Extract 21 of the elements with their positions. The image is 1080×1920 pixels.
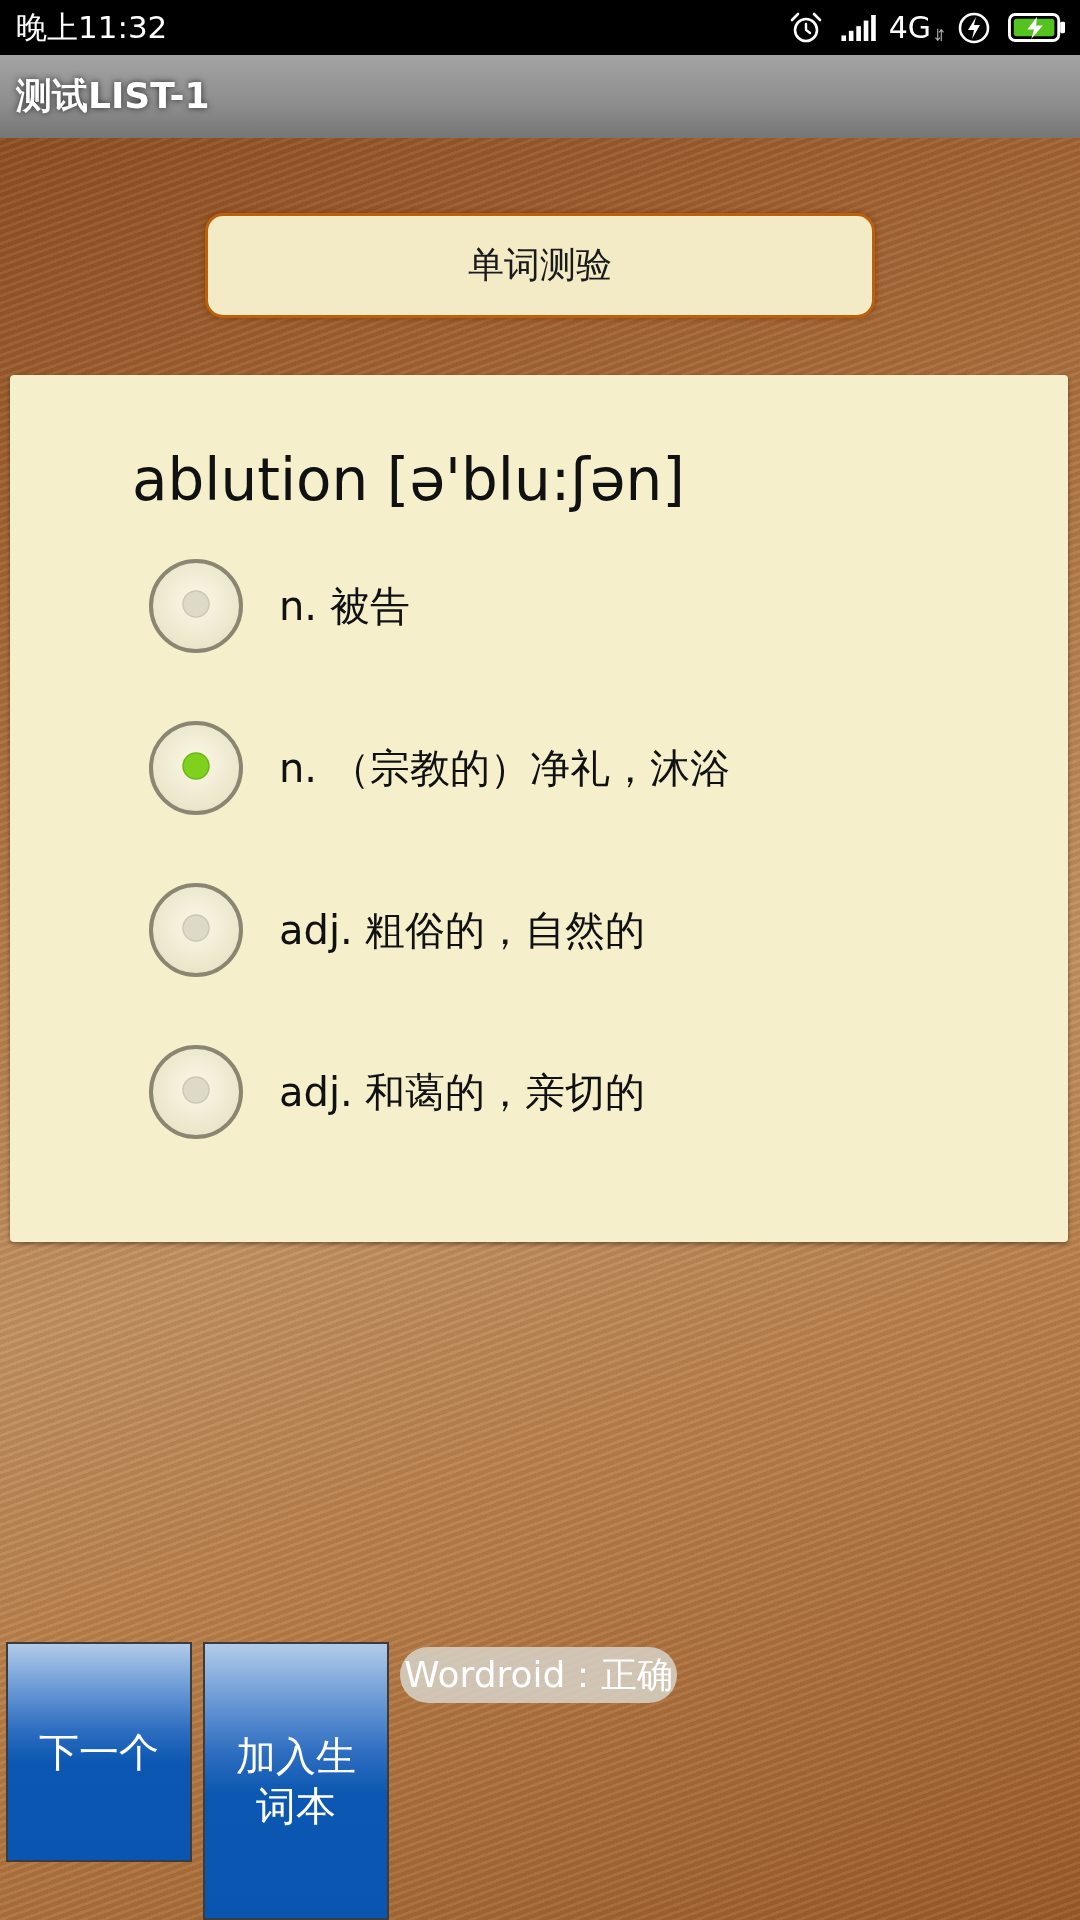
radio-button[interactable] <box>148 882 244 978</box>
option-text[interactable]: n. 被告 <box>279 578 410 634</box>
next-button[interactable]: 下一个 <box>6 1642 192 1862</box>
lightning-circle-icon <box>958 11 990 44</box>
word-with-phonetic: ablution [ə'blu:ʃən] <box>132 445 686 515</box>
add-to-wordbook-button[interactable]: 加入生词本 <box>203 1642 389 1920</box>
radio-button[interactable] <box>148 720 244 816</box>
option-text[interactable]: adj. 粗俗的，自然的 <box>279 902 646 958</box>
battery-charging-icon <box>1008 13 1066 42</box>
clock-time: 晚上11:32 <box>16 7 168 47</box>
app-title: 测试LIST-1 <box>16 74 210 118</box>
radio-button[interactable] <box>148 558 244 654</box>
quiz-title: 单词测验 <box>468 243 612 287</box>
signal-strength-icon <box>840 14 879 41</box>
network-type: 4G <box>888 10 931 45</box>
option-text[interactable]: n. （宗教的）净礼，沐浴 <box>279 740 730 796</box>
alarm-clock-icon <box>788 11 823 44</box>
option-text[interactable]: adj. 和蔼的，亲切的 <box>279 1064 646 1120</box>
data-activity-icon <box>935 27 944 42</box>
radio-button[interactable] <box>148 1044 244 1140</box>
toast-message: Wordroid：正确 <box>400 1647 678 1703</box>
